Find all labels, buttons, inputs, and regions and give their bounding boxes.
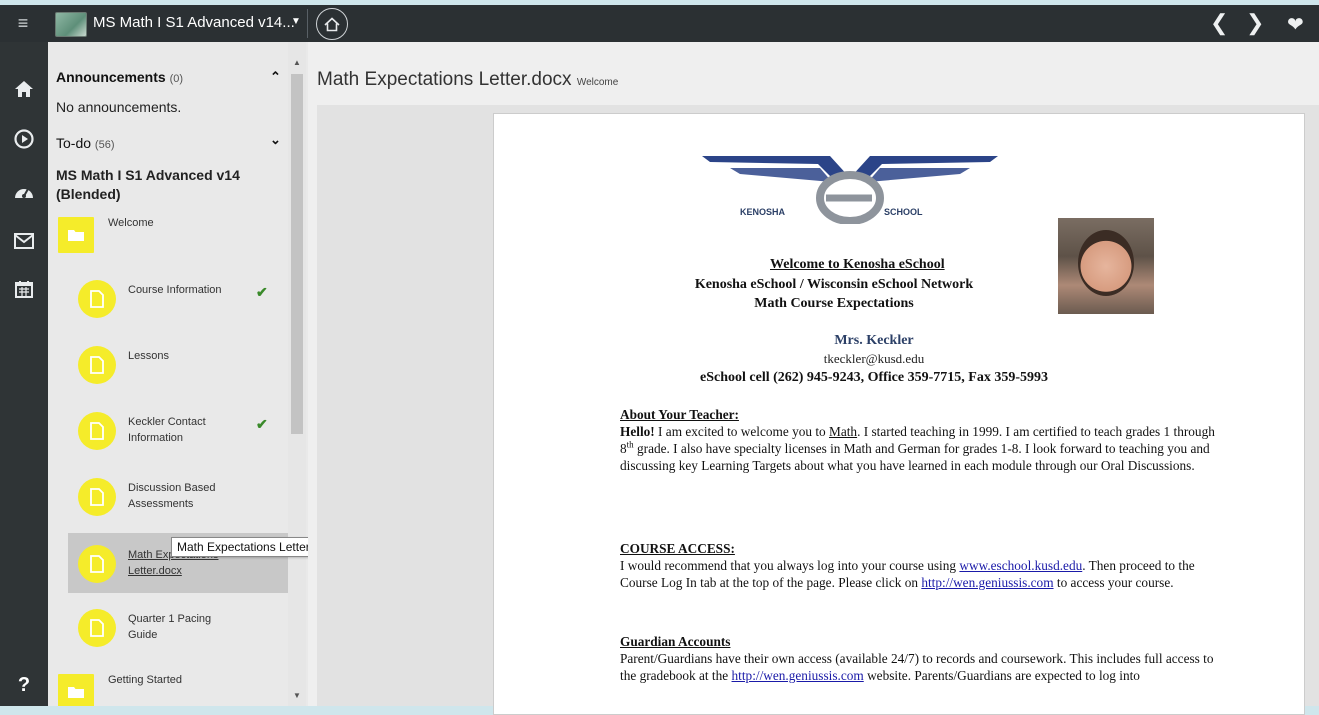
teacher-email: tkeckler@kusd.edu — [823, 351, 925, 366]
announcements-count: (0) — [169, 73, 184, 85]
welcome-heading: Welcome to Kenosha eSchool — [770, 257, 945, 272]
left-rail: ? — [0, 42, 48, 706]
superscript: th — [626, 439, 634, 450]
document-page: KENOSHA SCHOOL Welcome to Kenosha eSchoo… — [493, 113, 1305, 715]
heart-icon[interactable]: ❤ — [1287, 12, 1304, 37]
body-text: grade. I also have specialty licenses in… — [620, 441, 1210, 473]
doc-title: Math Expectations Letter.docx — [317, 69, 572, 90]
todo-count: (56) — [94, 139, 115, 151]
document-icon — [78, 346, 116, 384]
folder-icon — [58, 217, 94, 253]
logo-text-left: KENOSHA — [740, 207, 786, 217]
item-label: Discussion Based Assessments — [128, 482, 216, 510]
course-thumbnail[interactable] — [55, 12, 87, 37]
geniussis-link[interactable]: http://wen.geniussis.com — [921, 575, 1053, 590]
scroll-up-icon[interactable]: ▲ — [293, 58, 301, 67]
item-label: Keckler Contact Information — [128, 416, 206, 444]
contact-line: eSchool cell (262) 945-9243, Office 359-… — [700, 370, 1048, 385]
list-item-lessons[interactable]: Lessons — [68, 334, 288, 394]
chevron-left-icon[interactable]: ❮ — [1210, 10, 1228, 36]
top-bar: ≡ MS Math I S1 Advanced v14... ▼ ❮ ❯ ❤ — [0, 5, 1319, 42]
hamburger-icon[interactable]: ≡ — [0, 5, 46, 42]
list-item-course-information[interactable]: Course Information ✔ — [68, 268, 288, 328]
document-icon — [78, 478, 116, 516]
section-heading: Guardian Accounts — [620, 634, 731, 649]
sidebar-scrollbar[interactable]: ▲ ▼ — [288, 42, 306, 706]
chevron-down-icon[interactable]: ⌄ — [270, 132, 281, 148]
letter-subheading: Kenosha eSchool / Wisconsin eSchool Netw… — [694, 277, 974, 292]
document-icon — [78, 609, 116, 647]
hello-text: Hello! — [620, 424, 655, 439]
checkmark-icon: ✔ — [256, 284, 268, 300]
course-sidebar: Announcements (0) ⌃ No announcements. To… — [48, 42, 308, 706]
body-text: I am excited to welcome you to — [654, 424, 830, 439]
announcements-header[interactable]: Announcements (0) — [56, 69, 183, 85]
body-text: I would recommend that you always log in… — [620, 558, 960, 573]
todo-label: To-do — [56, 135, 92, 151]
math-text: Math — [829, 424, 858, 439]
chevron-up-icon[interactable]: ⌃ — [270, 69, 281, 85]
scroll-down-icon[interactable]: ▼ — [293, 691, 301, 700]
course-name: MS Math I S1 Advanced v14 (Blended) — [56, 167, 240, 202]
doc-subtitle: Welcome — [576, 77, 619, 88]
list-item-discussion-based[interactable]: Discussion Based Assessments — [68, 466, 288, 526]
logo-text-right: SCHOOL — [884, 207, 923, 217]
eschool-link[interactable]: www.eschool.kusd.edu — [959, 558, 1082, 573]
body-text: website. Parents/Guardians are expected … — [863, 668, 1140, 683]
checkmark-icon: ✔ — [256, 416, 268, 432]
help-icon[interactable]: ? — [0, 670, 48, 700]
course-access-section: COURSE ACCESS: I would recommend that yo… — [620, 540, 1220, 591]
dashboard-icon[interactable] — [0, 174, 48, 208]
item-label: Quarter 1 Pacing Guide — [128, 613, 212, 641]
chevron-right-icon[interactable]: ❯ — [1246, 10, 1264, 36]
document-icon — [78, 412, 116, 450]
item-label: Course Information — [128, 284, 222, 296]
document-viewer[interactable]: KENOSHA SCHOOL Welcome to Kenosha eSchoo… — [317, 105, 1319, 715]
caret-down-icon[interactable]: ▼ — [291, 16, 301, 27]
scroll-thumb[interactable] — [291, 74, 303, 434]
play-icon[interactable] — [0, 122, 48, 156]
document-icon — [78, 545, 116, 583]
letter-subheading: Math Course Expectations — [754, 296, 914, 311]
announcements-label: Announcements — [56, 69, 166, 85]
page-title: Math Expectations Letter.docx Welcome — [317, 69, 618, 91]
list-item-keckler-contact[interactable]: Keckler Contact Information ✔ — [68, 400, 288, 460]
no-announcements-text: No announcements. — [56, 99, 182, 115]
section-heading: COURSE ACCESS: — [620, 541, 735, 556]
section-heading: About Your Teacher: — [620, 407, 739, 422]
home-icon[interactable] — [0, 72, 48, 106]
list-item-pacing-guide[interactable]: Quarter 1 Pacing Guide — [68, 597, 288, 657]
about-section: About Your Teacher: Hello! I am excited … — [620, 406, 1220, 474]
home-button[interactable] — [316, 8, 348, 40]
todo-header[interactable]: To-do (56) — [56, 135, 114, 151]
document-icon — [78, 280, 116, 318]
teacher-name: Mrs. Keckler — [834, 333, 914, 348]
main-content: Math Expectations Letter.docx Welcome KE… — [308, 42, 1319, 715]
course-selector[interactable]: MS Math I S1 Advanced v14... — [93, 14, 295, 31]
item-label: Lessons — [128, 350, 169, 362]
folder-label: Welcome — [108, 217, 154, 229]
folder-label: Getting Started — [108, 674, 182, 686]
app-frame: ≡ MS Math I S1 Advanced v14... ▼ ❮ ❯ ❤ ?… — [0, 5, 1319, 715]
teacher-photo — [1058, 218, 1154, 314]
home-icon — [324, 16, 340, 31]
divider — [307, 9, 308, 38]
body-text: to access your course. — [1053, 575, 1174, 590]
folder-icon — [58, 674, 94, 706]
kenosha-eschool-logo: KENOSHA SCHOOL — [702, 156, 998, 224]
mail-icon[interactable] — [0, 224, 48, 258]
calendar-icon[interactable] — [0, 272, 48, 306]
guardian-section: Guardian Accounts Parent/Guardians have … — [620, 633, 1220, 684]
geniussis-link[interactable]: http://wen.geniussis.com — [732, 668, 864, 683]
